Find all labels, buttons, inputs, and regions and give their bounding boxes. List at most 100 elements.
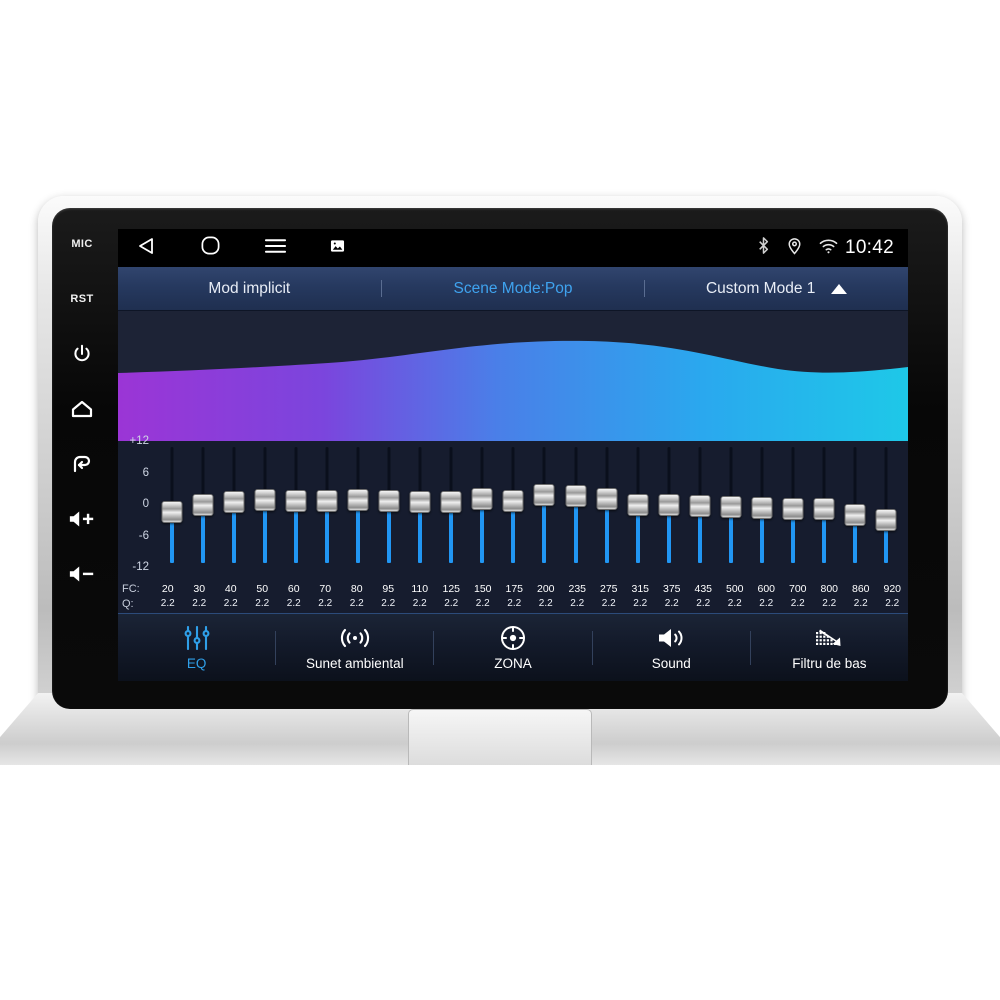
circle-icon[interactable]	[200, 235, 221, 261]
mic-label: MIC	[71, 237, 93, 250]
eq-slider-thumb[interactable]	[378, 489, 400, 512]
eq-slider-thumb[interactable]	[565, 485, 587, 507]
eq-fc-value: 375	[662, 583, 681, 595]
eq-q-value: 2.2	[160, 598, 175, 609]
eq-band-slider[interactable]	[778, 447, 809, 567]
tab-surround-sound[interactable]: Sunet ambiental	[276, 614, 433, 681]
eq-band-slider[interactable]	[218, 447, 249, 567]
back-key[interactable]	[56, 436, 108, 491]
tab-zone[interactable]: ZONA	[434, 614, 591, 681]
eq-fc-value: 150	[473, 583, 492, 595]
tab-zone-label: ZONA	[494, 655, 532, 671]
eq-slider-thumb[interactable]	[627, 493, 649, 516]
eq-band-slider[interactable]	[405, 447, 436, 567]
eq-slider-thumb[interactable]	[502, 490, 524, 512]
eq-band-slider[interactable]	[622, 447, 653, 567]
eq-slider-thumb[interactable]	[409, 490, 431, 513]
eq-band-slider[interactable]	[653, 447, 684, 567]
eq-fc-value: 435	[694, 583, 713, 595]
eq-band-slider[interactable]	[436, 447, 467, 567]
default-mode-button[interactable]: Mod implicit	[118, 280, 381, 298]
eq-fc-value: 110	[411, 583, 429, 595]
eq-q-value: 2.2	[223, 598, 238, 609]
eq-band-slider[interactable]	[498, 447, 529, 567]
power-icon	[71, 343, 93, 365]
eq-band-slider[interactable]	[280, 447, 311, 567]
tab-eq[interactable]: EQ	[118, 614, 275, 681]
android-status-bar: 10:42	[118, 229, 908, 267]
eq-q-value: 2.2	[412, 598, 427, 609]
eq-band-slider[interactable]	[560, 447, 591, 567]
bottom-tab-bar: EQ Sunet ambiental ZONA Sound Filtru de bas	[118, 613, 908, 681]
eq-slider-fill	[293, 503, 298, 563]
eq-band-slider[interactable]	[529, 447, 560, 567]
custom-mode-button[interactable]: Custom Mode 1	[645, 280, 908, 298]
bluetooth-icon	[756, 236, 771, 260]
eq-band-slider[interactable]	[591, 447, 622, 567]
eq-slider-thumb[interactable]	[596, 488, 618, 510]
eq-fc-value: 95	[382, 583, 395, 595]
eq-slider-thumb[interactable]	[161, 501, 183, 523]
audio-spectrum-visualizer	[118, 311, 908, 441]
triangle-left-icon[interactable]	[136, 236, 157, 261]
eq-slider-thumb[interactable]	[875, 509, 897, 531]
eq-fc-value: 20	[161, 583, 174, 595]
eq-band-slider[interactable]	[715, 447, 746, 567]
eq-band-slider[interactable]	[684, 447, 715, 567]
eq-q-value: 2.2	[696, 598, 711, 609]
scene-mode-button[interactable]: Scene Mode:Pop	[382, 280, 645, 298]
eq-band-slider[interactable]	[809, 447, 840, 567]
speaker-icon	[656, 625, 686, 651]
eq-fc-value: 30	[193, 583, 206, 595]
home-key[interactable]	[56, 381, 108, 436]
eq-q-value: 2.2	[822, 598, 837, 609]
caret-up-icon[interactable]	[831, 283, 848, 294]
eq-band-slider[interactable]	[467, 447, 498, 567]
eq-slider-thumb[interactable]	[658, 494, 680, 516]
scene-mode-label: Scene Mode:Pop	[453, 279, 573, 297]
eq-band-slider[interactable]	[249, 447, 280, 567]
eq-label-block: FC: 20 30 40 50 60 70 80 95 110 125 150 175 200 235 27…	[122, 583, 908, 610]
eq-fc-value: 800	[820, 583, 839, 595]
eq-band-slider[interactable]	[342, 447, 373, 567]
back-arrow-icon	[70, 453, 94, 475]
eq-band-slider[interactable]	[311, 447, 342, 567]
eq-slider-thumb[interactable]	[223, 491, 245, 513]
eq-band-slider[interactable]	[156, 447, 187, 567]
eq-band-slider[interactable]	[374, 447, 405, 567]
eq-slider-thumb[interactable]	[533, 484, 555, 506]
reset-key[interactable]: RST	[56, 271, 108, 326]
tab-sound[interactable]: Sound	[593, 614, 750, 681]
eq-band-slider[interactable]	[840, 447, 871, 567]
status-clock: 10:42	[844, 237, 894, 258]
power-key[interactable]	[56, 326, 108, 381]
eq-slider-thumb[interactable]	[316, 489, 338, 512]
eq-q-value: 2.2	[349, 598, 364, 609]
volume-up-key[interactable]	[56, 491, 108, 546]
eq-slider-thumb[interactable]	[720, 496, 742, 518]
eq-band-slider[interactable]	[871, 447, 902, 567]
volume-down-key[interactable]	[56, 546, 108, 601]
home-icon	[70, 398, 94, 420]
eq-band-slider[interactable]	[187, 447, 218, 567]
eq-slider-thumb[interactable]	[844, 504, 866, 526]
hamburger-icon[interactable]	[264, 237, 287, 260]
eq-band-slider[interactable]	[746, 447, 777, 567]
eq-slider-thumb[interactable]	[440, 491, 462, 513]
tab-bass-filter[interactable]: Filtru de bas	[751, 614, 908, 681]
eq-slider-thumb[interactable]	[347, 489, 369, 511]
q-row-key: Q:	[122, 597, 134, 610]
eq-slider-thumb[interactable]	[813, 498, 835, 520]
eq-q-value: 2.2	[538, 598, 553, 609]
eq-slider-thumb[interactable]	[285, 490, 307, 512]
eq-slider-thumb[interactable]	[689, 494, 711, 517]
eq-slider-thumb[interactable]	[254, 489, 276, 511]
touchscreen[interactable]: 10:42 Mod implicit Scene Mode:Pop Custom…	[118, 229, 908, 681]
eq-slider-thumb[interactable]	[192, 494, 214, 516]
image-icon[interactable]	[330, 239, 345, 258]
eq-slider-fill	[604, 501, 609, 563]
mic-key[interactable]: MIC	[56, 216, 108, 271]
eq-slider-thumb[interactable]	[782, 497, 804, 520]
eq-slider-thumb[interactable]	[751, 497, 773, 519]
eq-slider-thumb[interactable]	[471, 488, 493, 510]
